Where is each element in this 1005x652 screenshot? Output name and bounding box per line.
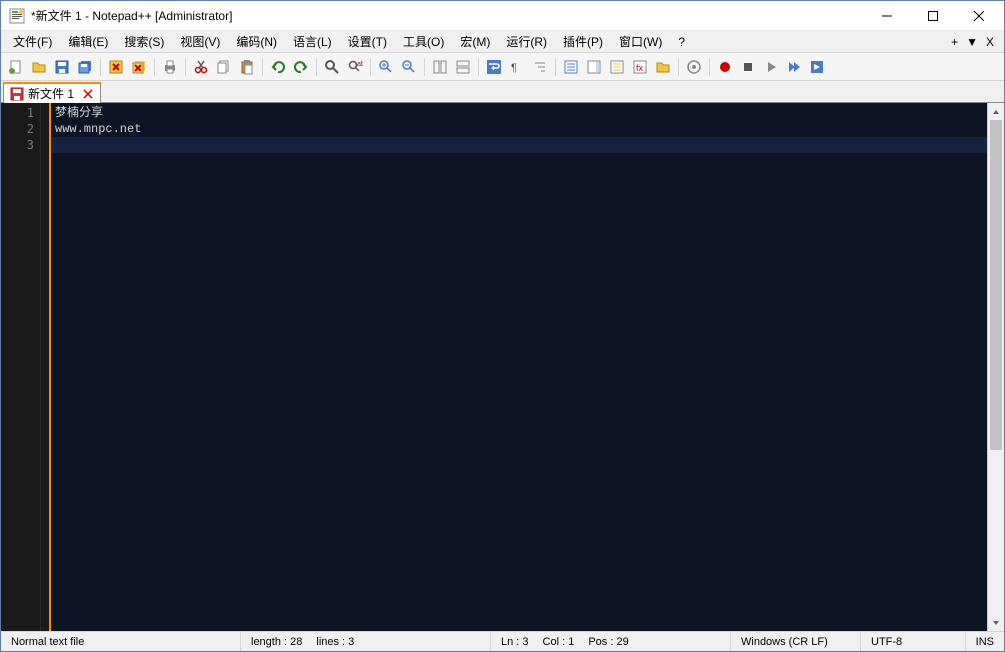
monitoring-icon[interactable] [683,56,705,78]
status-mode[interactable]: INS [966,632,1004,651]
print-icon[interactable] [159,56,181,78]
menu-help[interactable]: ? [670,33,693,51]
svg-text:ab: ab [357,61,363,68]
status-length: length : 28 [251,636,302,648]
show-all-chars-icon[interactable]: ¶ [506,56,528,78]
menu-language[interactable]: 语言(L) [285,31,340,52]
stop-macro-icon[interactable] [737,56,759,78]
open-file-icon[interactable] [28,56,50,78]
marker-margin [41,103,51,631]
sync-h-icon[interactable] [452,56,474,78]
menu-extra-down[interactable]: ▼ [966,35,978,49]
scroll-thumb[interactable] [990,120,1002,450]
menu-settings[interactable]: 设置(T) [340,31,395,52]
save-macro-icon[interactable] [806,56,828,78]
menu-file[interactable]: 文件(F) [5,31,60,52]
save-all-icon[interactable] [74,56,96,78]
close-file-icon[interactable] [105,56,127,78]
doc-list-icon[interactable] [606,56,628,78]
titlebar: *新文件 1 - Notepad++ [Administrator] [1,1,1004,31]
wordwrap-icon[interactable] [483,56,505,78]
current-line-highlight [51,137,987,153]
tabbar: 新文件 1 [1,81,1004,103]
app-icon [9,8,25,24]
editor-area: 1 2 3 梦楠分享 www.mnpc.net [1,103,1004,631]
scroll-up-arrow[interactable] [988,103,1004,120]
line-number: 2 [1,121,40,137]
menu-window[interactable]: 窗口(W) [611,31,670,52]
menu-plugins[interactable]: 插件(P) [555,31,611,52]
statusbar: Normal text file length : 28 lines : 3 L… [1,631,1004,651]
udl-icon[interactable] [560,56,582,78]
undo-icon[interactable] [267,56,289,78]
status-pos: Pos : 29 [588,636,628,648]
editor-line: 梦楠分享 [55,105,983,121]
minimize-button[interactable] [864,1,910,31]
menu-encoding[interactable]: 编码(N) [228,31,285,52]
close-all-icon[interactable] [128,56,150,78]
menubar: 文件(F) 编辑(E) 搜索(S) 视图(V) 编码(N) 语言(L) 设置(T… [1,31,1004,53]
menu-tools[interactable]: 工具(O) [395,31,452,52]
menu-run[interactable]: 运行(R) [498,31,555,52]
save-unsaved-icon [10,87,24,101]
cut-icon[interactable] [190,56,212,78]
window-title: *新文件 1 - Notepad++ [Administrator] [31,7,864,24]
doc-map-icon[interactable] [583,56,605,78]
replace-icon[interactable]: ab [344,56,366,78]
status-encoding[interactable]: UTF-8 [861,632,966,651]
paste-icon[interactable] [236,56,258,78]
menu-macro[interactable]: 宏(M) [452,31,498,52]
svg-text:¶: ¶ [511,62,517,74]
close-button[interactable] [956,1,1002,31]
menu-extra-x[interactable]: X [986,35,994,49]
redo-icon[interactable] [290,56,312,78]
maximize-button[interactable] [910,1,956,31]
save-icon[interactable] [51,56,73,78]
status-ln: Ln : 3 [501,636,529,648]
menu-edit[interactable]: 编辑(E) [60,31,116,52]
sync-v-icon[interactable] [429,56,451,78]
window-controls [864,1,1002,31]
scroll-down-arrow[interactable] [988,614,1004,631]
function-list-icon[interactable]: fx [629,56,651,78]
menu-view[interactable]: 视图(V) [172,31,228,52]
status-length-lines: length : 28 lines : 3 [241,632,491,651]
status-position: Ln : 3 Col : 1 Pos : 29 [491,632,731,651]
line-number: 1 [1,105,40,121]
status-lines: lines : 3 [316,636,354,648]
zoom-in-icon[interactable] [375,56,397,78]
text-editor[interactable]: 梦楠分享 www.mnpc.net [51,103,987,631]
line-number-gutter: 1 2 3 [1,103,41,631]
indent-guide-icon[interactable] [529,56,551,78]
tab-close-icon[interactable] [82,88,94,100]
new-file-icon[interactable] [5,56,27,78]
line-number: 3 [1,137,40,153]
folder-workspace-icon[interactable] [652,56,674,78]
zoom-out-icon[interactable] [398,56,420,78]
record-macro-icon[interactable] [714,56,736,78]
status-col: Col : 1 [543,636,575,648]
find-icon[interactable] [321,56,343,78]
copy-icon[interactable] [213,56,235,78]
play-multi-icon[interactable] [783,56,805,78]
file-tab[interactable]: 新文件 1 [3,82,101,103]
editor-line: www.mnpc.net [55,121,983,137]
tab-label: 新文件 1 [28,85,74,102]
menu-search[interactable]: 搜索(S) [116,31,172,52]
status-eol[interactable]: Windows (CR LF) [731,632,861,651]
menu-extra-plus[interactable]: + [951,35,958,49]
status-filetype: Normal text file [1,632,241,651]
svg-text:fx: fx [636,63,644,73]
vertical-scrollbar[interactable] [987,103,1004,631]
toolbar: ab ¶ fx [1,53,1004,81]
play-macro-icon[interactable] [760,56,782,78]
